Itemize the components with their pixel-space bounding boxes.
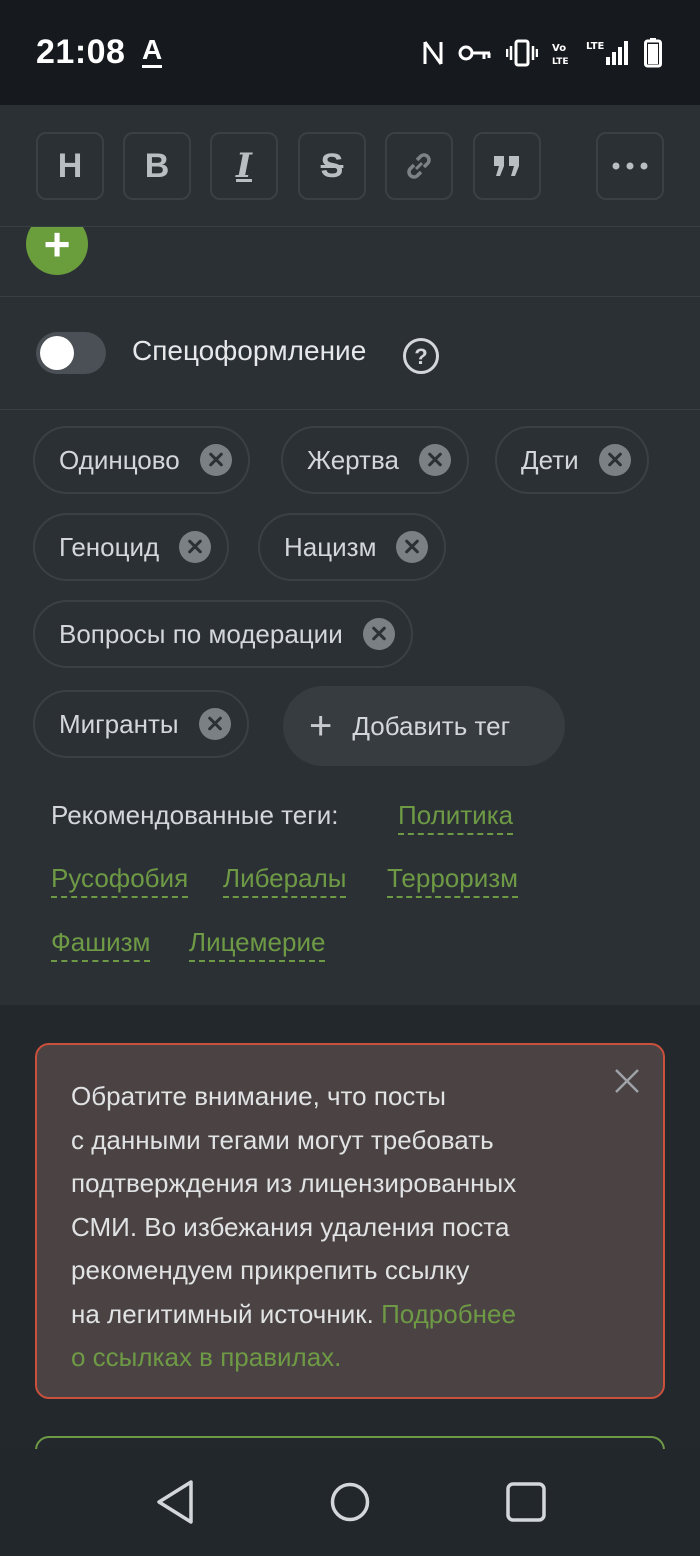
tag-chip: Вопросы по модерации: [33, 600, 413, 668]
bold-icon: B: [144, 146, 170, 185]
screen: 21:08 A Vo LTE LTE H B I S + Спецоформле…: [0, 0, 700, 1556]
tag-label: Вопросы по модерации: [59, 618, 343, 649]
notice-line: СМИ. Во избежания удаления поста: [71, 1211, 510, 1242]
link-icon: [407, 153, 431, 179]
notice-line: подтверждения из лицензированных: [71, 1168, 517, 1198]
svg-text:Vo: Vo: [552, 43, 566, 54]
remove-tag-icon[interactable]: [598, 444, 631, 476]
tag-chip: Одинцово: [33, 426, 250, 494]
close-icon[interactable]: [613, 1067, 641, 1095]
recommended-tag[interactable]: Терроризм: [387, 863, 519, 898]
recommended-tag[interactable]: Политика: [398, 800, 514, 835]
tag-label: Геноцид: [59, 531, 160, 562]
notice-text: Обратите внимание, что посты с данными т…: [71, 1075, 611, 1380]
tag-label: Дети: [521, 444, 579, 475]
toggle-knob: [40, 336, 74, 370]
italic-button[interactable]: I: [210, 132, 278, 200]
tag-chip: Нацизм: [258, 513, 447, 581]
status-bar: 21:08 A Vo LTE LTE: [0, 0, 700, 105]
remove-tag-icon[interactable]: [179, 531, 212, 563]
recommended-tag[interactable]: Лицемерие: [189, 927, 326, 962]
plus-icon: +: [309, 704, 333, 748]
tag-label: Жертва: [307, 444, 399, 475]
add-block-row: +: [0, 227, 700, 297]
bold-button[interactable]: B: [123, 132, 191, 200]
plus-icon: +: [43, 227, 71, 270]
recommended-tag[interactable]: Русофобия: [51, 863, 189, 898]
rules-link[interactable]: Подробнее: [381, 1299, 516, 1329]
lte-signal-icon: LTE: [586, 41, 628, 65]
remove-tag-icon[interactable]: [198, 708, 231, 740]
moderation-notice: Обратите внимание, что посты с данными т…: [35, 1043, 665, 1399]
tags-section: Одинцово Жертва Дети Геноцид Нацизм Вопр…: [0, 410, 700, 1005]
recents-icon[interactable]: [505, 1479, 547, 1525]
remove-tag-icon[interactable]: [362, 618, 395, 650]
remove-tag-icon[interactable]: [396, 531, 429, 563]
svg-text:LTE: LTE: [552, 57, 569, 67]
link-button[interactable]: [385, 132, 453, 200]
keyboard-indicator-icon: A: [142, 34, 163, 68]
notice-line: на легитимный источник.: [71, 1298, 382, 1329]
more-options-button[interactable]: [596, 132, 664, 200]
heading-button[interactable]: H: [36, 132, 104, 200]
svg-text:LTE: LTE: [586, 41, 605, 52]
special-formatting-row: Спецоформление: [0, 297, 700, 410]
tag-chip: Мигранты: [33, 690, 249, 758]
tag-label: Нацизм: [284, 531, 377, 562]
quote-icon: [494, 156, 519, 176]
status-time: 21:08: [36, 33, 126, 71]
tag-label: Мигранты: [59, 708, 179, 739]
system-navigation-bar: [0, 1449, 700, 1556]
add-tag-button[interactable]: + Добавить тег: [283, 686, 565, 766]
nfc-icon: [423, 41, 443, 65]
status-icons: Vo LTE LTE: [422, 36, 662, 70]
formatting-toolbar: H B I S: [0, 105, 700, 227]
battery-icon: [644, 38, 662, 68]
notice-line: с данными тегами могут требовать: [71, 1124, 494, 1155]
heading-icon: H: [57, 146, 83, 185]
recommended-tags-label: Рекомендованные теги:: [51, 800, 339, 830]
remove-tag-icon[interactable]: [418, 444, 451, 476]
vpn-key-icon: [458, 45, 491, 61]
home-icon[interactable]: [329, 1479, 371, 1525]
special-formatting-toggle[interactable]: [36, 332, 106, 374]
italic-icon: I: [236, 146, 252, 186]
svg-text:?: ?: [414, 344, 427, 369]
strikethrough-button[interactable]: S: [298, 132, 366, 200]
rules-link-continued[interactable]: о ссылках в правилах.: [71, 1342, 341, 1372]
tag-chip: Геноцид: [33, 513, 230, 581]
special-formatting-label: Спецоформление: [132, 335, 367, 366]
tag-chip: Дети: [495, 426, 649, 494]
volte-icon: Vo LTE: [552, 43, 569, 67]
back-icon[interactable]: [155, 1479, 195, 1525]
add-block-button[interactable]: +: [26, 227, 88, 275]
recommended-tag[interactable]: Либералы: [223, 863, 347, 898]
more-horizontal-icon: [612, 162, 648, 170]
quote-button[interactable]: [473, 132, 541, 200]
remove-tag-icon[interactable]: [199, 444, 232, 476]
vibrate-icon: [506, 39, 538, 67]
tag-chip: Жертва: [281, 426, 469, 494]
add-tag-label: Добавить тег: [352, 710, 511, 741]
notice-line: Обратите внимание, что посты: [71, 1081, 446, 1111]
notice-line: рекомендуем прикрепить ссылку: [71, 1255, 470, 1285]
recommended-tag[interactable]: Фашизм: [51, 927, 151, 962]
tag-label: Одинцово: [59, 444, 180, 475]
strikethrough-icon: S: [320, 146, 344, 185]
help-icon[interactable]: ?: [402, 337, 440, 375]
